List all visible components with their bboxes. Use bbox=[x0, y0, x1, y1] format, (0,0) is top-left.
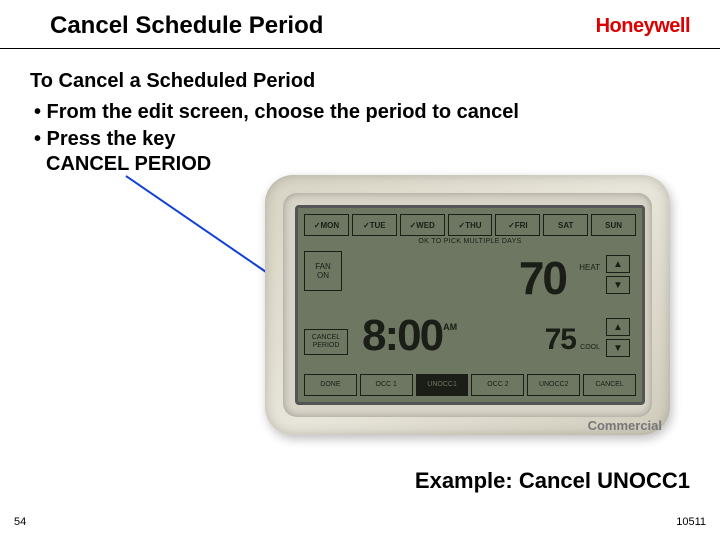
multi-day-note: OK TO PICK MULTIPLE DAYS bbox=[304, 238, 636, 245]
example-caption: Example: Cancel UNOCC1 bbox=[415, 468, 690, 494]
days-row: ✓MON ✓TUE ✓WED ✓THU ✓FRI SAT SUN bbox=[304, 214, 636, 236]
fan-value: ON bbox=[317, 271, 329, 280]
ampm: AM bbox=[443, 322, 457, 332]
heat-arrows: ▲ ▼ bbox=[606, 255, 630, 294]
heat-label: HEAT bbox=[579, 263, 600, 272]
unocc2-button[interactable]: UNOCC2 bbox=[527, 374, 580, 396]
day-wed[interactable]: ✓WED bbox=[400, 214, 445, 236]
occ2-button[interactable]: OCC 2 bbox=[471, 374, 524, 396]
time-display: 8:00AM bbox=[362, 311, 457, 361]
thermostat-image: ✓MON ✓TUE ✓WED ✓THU ✓FRI SAT SUN OK TO P… bbox=[265, 175, 670, 435]
done-button[interactable]: DONE bbox=[304, 374, 357, 396]
subheading: To Cancel a Scheduled Period bbox=[30, 70, 690, 93]
heat-setpoint: 70 bbox=[519, 251, 566, 305]
cancel-period-l2: PERIOD bbox=[313, 342, 340, 350]
unocc1-button[interactable]: UNOCC1 bbox=[416, 374, 469, 396]
page-number: 54 bbox=[14, 516, 26, 528]
fan-label: FAN bbox=[315, 262, 331, 271]
cancel-period-button[interactable]: CANCEL PERIOD bbox=[304, 329, 348, 355]
thermostat-inner: ✓MON ✓TUE ✓WED ✓THU ✓FRI SAT SUN OK TO P… bbox=[283, 193, 652, 417]
commercial-label: Commercial bbox=[588, 418, 662, 433]
cool-label: COOL bbox=[580, 344, 600, 351]
cancel-period-l1: CANCEL bbox=[312, 334, 340, 342]
period-row: DONE OCC 1 UNOCC1 OCC 2 UNOCC2 CANCEL bbox=[304, 374, 636, 396]
fan-button[interactable]: FAN ON bbox=[304, 251, 342, 291]
cool-up-button[interactable]: ▲ bbox=[606, 318, 630, 336]
cool-setpoint: 75 bbox=[545, 323, 576, 357]
day-fri[interactable]: ✓FRI bbox=[495, 214, 540, 236]
slide-body: To Cancel a Scheduled Period • From the … bbox=[30, 70, 690, 176]
mid-row: FAN ON CANCEL PERIOD 8:00AM 70 HEAT ▲ ▼ … bbox=[304, 251, 636, 339]
day-thu[interactable]: ✓THU bbox=[448, 214, 493, 236]
bullet-2: • Press the key bbox=[30, 126, 690, 153]
thermostat-screen: ✓MON ✓TUE ✓WED ✓THU ✓FRI SAT SUN OK TO P… bbox=[295, 205, 645, 405]
day-sat[interactable]: SAT bbox=[543, 214, 588, 236]
slide-header: Cancel Schedule Period Honeywell bbox=[0, 12, 720, 49]
day-tue[interactable]: ✓TUE bbox=[352, 214, 397, 236]
slide-title: Cancel Schedule Period bbox=[50, 12, 323, 40]
time-value: 8:00 bbox=[362, 311, 442, 360]
heat-down-button[interactable]: ▼ bbox=[606, 276, 630, 294]
brand-logo: Honeywell bbox=[596, 15, 690, 38]
cool-down-button[interactable]: ▼ bbox=[606, 339, 630, 357]
heat-up-button[interactable]: ▲ bbox=[606, 255, 630, 273]
occ1-button[interactable]: OCC 1 bbox=[360, 374, 413, 396]
bullet-1: • From the edit screen, choose the perio… bbox=[30, 99, 690, 126]
cool-arrows: ▲ ▼ bbox=[606, 318, 630, 357]
day-mon[interactable]: ✓MON bbox=[304, 214, 349, 236]
day-sun[interactable]: SUN bbox=[591, 214, 636, 236]
doc-id: 10511 bbox=[676, 516, 706, 528]
bullet-2-line2: CANCEL PERIOD bbox=[30, 153, 690, 176]
cancel-button[interactable]: CANCEL bbox=[583, 374, 636, 396]
thermostat-bezel: ✓MON ✓TUE ✓WED ✓THU ✓FRI SAT SUN OK TO P… bbox=[265, 175, 670, 435]
